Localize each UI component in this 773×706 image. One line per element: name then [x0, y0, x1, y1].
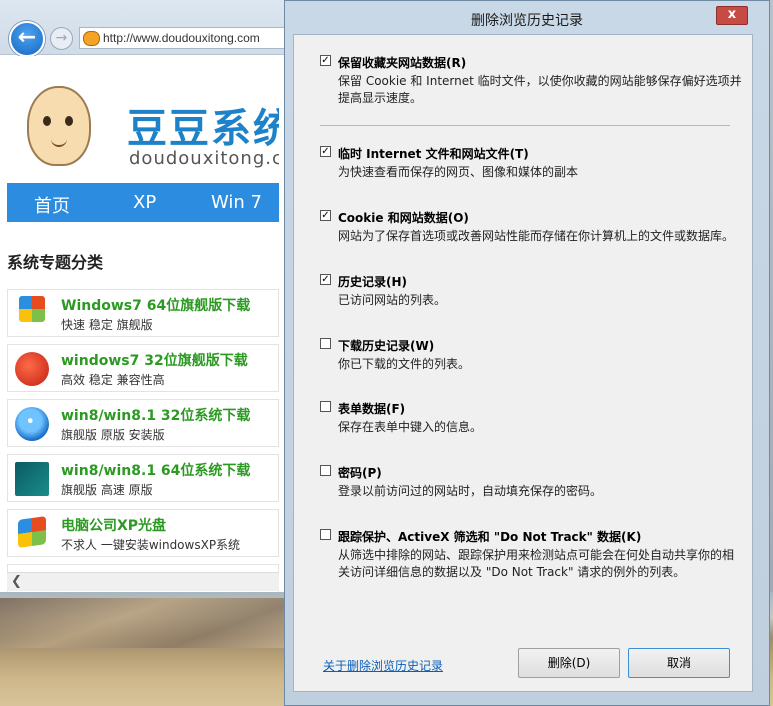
option-description: 你已下载的文件的列表。	[338, 357, 471, 371]
option-description: 保存在表单中键入的信息。	[338, 420, 483, 434]
list-item[interactable]: Windows7 64位旗舰版下载 快速 稳定 旗舰版	[7, 289, 279, 337]
list-item-subtitle: 旗舰版 高速 原版	[61, 483, 153, 497]
list-item-title: win8/win8.1 32位系统下载	[61, 408, 251, 424]
close-button[interactable]: x	[716, 6, 748, 25]
list-item-subtitle: 高效 稳定 兼容性高	[61, 373, 165, 387]
list-item-subtitle: 快速 稳定 旗舰版	[61, 318, 153, 332]
option-label[interactable]: 保留收藏夹网站数据(R)	[338, 54, 466, 71]
checkbox-unchecked[interactable]	[320, 529, 331, 540]
checkbox-unchecked[interactable]	[320, 401, 331, 412]
option-description: 登录以前访问过的网站时，自动填充保存的密码。	[338, 484, 603, 498]
list-item[interactable]: windows7 32位旗舰版下载 高效 稳定 兼容性高	[7, 344, 279, 392]
list-item-subtitle: 旗舰版 原版 安装版	[61, 428, 165, 442]
checkbox-checked[interactable]: ✓	[320, 55, 331, 66]
option-label[interactable]: 跟踪保护、ActiveX 筛选和 "Do Not Track" 数据(K)	[338, 528, 641, 545]
list-item-subtitle: 不求人 一键安装windowsXP系统	[61, 538, 241, 552]
web-page: 豆豆系统 doudouxitong.com 首页 XP Win 7 系统专题分类…	[7, 56, 279, 592]
option-label[interactable]: 密码(P)	[338, 464, 382, 481]
list-item[interactable]: 电脑公司XP光盘 不求人 一键安装windowsXP系统	[7, 509, 279, 557]
option-description: 已访问网站的列表。	[338, 293, 447, 307]
list-item-title: win8/win8.1 64位系统下载	[61, 463, 251, 479]
mascot-icon	[27, 86, 91, 166]
list-item-title: Windows7 64位旗舰版下载	[61, 298, 251, 314]
back-button[interactable]: ←	[9, 21, 45, 57]
option-label[interactable]: Cookie 和网站数据(O)	[338, 209, 469, 226]
windows-xp-flag-icon	[18, 516, 46, 548]
section-divider	[320, 125, 730, 126]
logo-title: 豆豆系统	[127, 106, 279, 152]
forward-button[interactable]: →	[50, 27, 73, 50]
checkbox-unchecked[interactable]	[320, 465, 331, 476]
nav-win7[interactable]: Win 7	[211, 192, 262, 213]
option-label[interactable]: 表单数据(F)	[338, 400, 405, 417]
dialog-body: ✓ 保留收藏夹网站数据(R) 保留 Cookie 和 Internet 临时文件…	[293, 34, 753, 692]
list-item[interactable]: win8/win8.1 32位系统下载 旗舰版 原版 安装版	[7, 399, 279, 447]
address-bar[interactable]: http://www.doudouxitong.com	[79, 27, 300, 49]
checkbox-unchecked[interactable]	[320, 338, 331, 349]
option-description: 从筛选中排除的网站、跟踪保护用来检测站点可能会在何处自动共享你的相关访问详细信息…	[338, 548, 735, 579]
option-label[interactable]: 下载历史记录(W)	[338, 337, 434, 354]
address-url: http://www.doudouxitong.com	[103, 31, 260, 45]
list-item-title: 电脑公司XP光盘	[61, 518, 167, 534]
list-item[interactable]: win8/win8.1 64位系统下载 旗舰版 高速 原版	[7, 454, 279, 502]
browser-window: ← → http://www.doudouxitong.com 豆豆系统 dou…	[0, 0, 301, 592]
nav-home[interactable]: 首页	[34, 192, 70, 218]
nav-xp[interactable]: XP	[133, 192, 156, 213]
browser-toolbar: ← → http://www.doudouxitong.com	[0, 0, 300, 57]
option-label[interactable]: 临时 Internet 文件和网站文件(T)	[338, 145, 529, 162]
checkbox-checked[interactable]: ✓	[320, 146, 331, 157]
cancel-button[interactable]: 取消	[628, 648, 730, 678]
site-nav: 首页 XP Win 7	[7, 183, 279, 222]
option-description: 网站为了保存首选项或改善网站性能而存储在你计算机上的文件或数据库。	[338, 229, 735, 243]
delete-history-dialog: 删除浏览历史记录 x ✓ 保留收藏夹网站数据(R) 保留 Cookie 和 In…	[284, 0, 770, 706]
logo-domain: doudouxitong.com	[129, 148, 279, 169]
option-description: 为快速查看而保存的网页、图像和媒体的副本	[338, 165, 579, 179]
windows7-logo-icon	[19, 296, 45, 322]
option-description: 保留 Cookie 和 Internet 临时文件，以使你收藏的网站能够保存偏好…	[338, 74, 742, 105]
dialog-title: 删除浏览历史记录	[471, 13, 583, 29]
section-title: 系统专题分类	[7, 253, 104, 272]
list-item-title: windows7 32位旗舰版下载	[61, 353, 248, 369]
desktop-mountains	[0, 598, 300, 648]
checkbox-checked[interactable]: ✓	[320, 274, 331, 285]
win8-start-icon	[15, 462, 49, 496]
delete-button[interactable]: 删除(D)	[518, 648, 620, 678]
horizontal-scrollbar[interactable]: ❮	[7, 572, 279, 591]
checkbox-checked[interactable]: ✓	[320, 210, 331, 221]
about-link[interactable]: 关于删除浏览历史记录	[323, 657, 443, 674]
tomato-icon	[15, 352, 49, 386]
option-label[interactable]: 历史记录(H)	[338, 273, 407, 290]
scroll-left-icon[interactable]: ❮	[11, 574, 22, 589]
site-favicon-icon	[83, 31, 100, 46]
windows-orb-icon	[15, 407, 49, 441]
site-logo[interactable]: 豆豆系统 doudouxitong.com	[7, 56, 279, 182]
